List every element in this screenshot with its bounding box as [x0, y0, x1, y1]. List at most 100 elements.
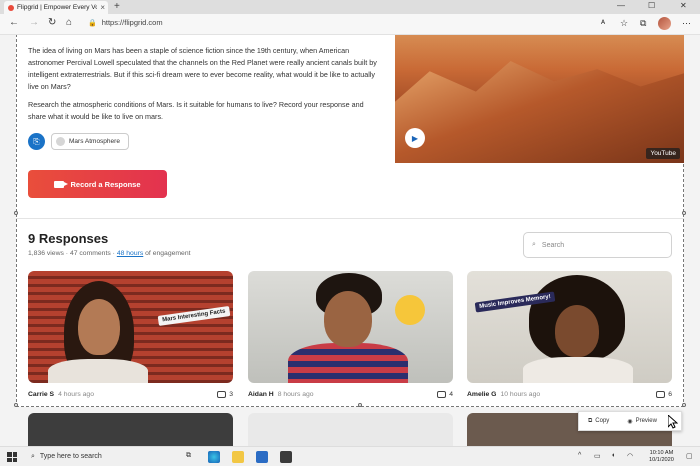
- minimize-button[interactable]: —: [617, 1, 625, 10]
- comment-count[interactable]: 4: [437, 390, 453, 398]
- screenshot-context-menu: ⧉ Copy ◉ Preview: [578, 411, 682, 431]
- eye-icon: ◉: [627, 418, 633, 425]
- clock[interactable]: 10:10 AM 10/1/2020: [649, 450, 674, 464]
- response-video-tile[interactable]: [28, 413, 233, 446]
- views-count: 1,836 views: [28, 250, 64, 257]
- resource-bar: ⎘ Mars Atmosphere: [28, 133, 129, 150]
- responder-name: Amelie G: [467, 390, 497, 398]
- clock-date: 10/1/2020: [649, 457, 674, 463]
- resize-handle[interactable]: [682, 403, 686, 407]
- comment-count[interactable]: 3: [217, 390, 233, 398]
- camera-icon: [54, 180, 69, 188]
- resize-handle[interactable]: [358, 403, 362, 407]
- comment-icon: [656, 390, 666, 398]
- back-icon[interactable]: ←: [9, 17, 19, 28]
- tile-footer: Carrie S 4 hours ago 3: [28, 387, 233, 401]
- store-icon[interactable]: [280, 451, 292, 463]
- comment-count[interactable]: 6: [656, 390, 672, 398]
- lock-icon: 🔒: [88, 19, 97, 27]
- taskbar: ⌕ Type here to search ⧉ ^ ▭ ◖ ◠ 10:10 AM…: [0, 446, 700, 466]
- url-text: https://flipgrid.com: [101, 18, 163, 27]
- tile-footer: Aidan H 8 hours ago 4: [248, 387, 453, 401]
- read-aloud-icon[interactable]: ᴬ: [601, 18, 605, 28]
- taskbar-search-input[interactable]: ⌕ Type here to search: [28, 448, 176, 465]
- mouse-cursor-icon: [668, 415, 678, 429]
- browser-toolbar: ← → ↻ ⌂ 🔒 https://flipgrid.com ᴬ ☆ ⧉ ⋯: [0, 14, 700, 35]
- record-label: Record a Response: [70, 179, 141, 189]
- tab-bar: Flipgrid | Empower Every Voice × + — ☐ ✕: [0, 0, 700, 14]
- resource-chip[interactable]: Mars Atmosphere: [51, 133, 129, 150]
- record-response-button[interactable]: Record a Response: [28, 170, 167, 198]
- resize-handle[interactable]: [14, 211, 18, 215]
- comment-icon: [437, 390, 447, 398]
- topic-video[interactable]: ▶ YouTube: [395, 35, 684, 163]
- forward-icon[interactable]: →: [29, 17, 39, 28]
- clock-time: 10:10 AM: [649, 450, 674, 456]
- notifications-icon[interactable]: ▢: [686, 452, 693, 460]
- resize-handle[interactable]: [14, 403, 18, 407]
- resource-label: Mars Atmosphere: [69, 138, 120, 145]
- copy-button[interactable]: ⧉ Copy: [579, 418, 618, 425]
- search-placeholder: Search: [541, 241, 565, 249]
- planet-icon: [56, 137, 65, 146]
- engagement-hours: 48 hours: [116, 250, 144, 257]
- page-content: The idea of living on Mars has been a st…: [0, 35, 700, 446]
- person-face: [324, 291, 372, 347]
- search-icon: ⌕: [31, 452, 35, 460]
- response-video-tile[interactable]: Music Improves Memory!: [467, 271, 672, 383]
- profile-avatar[interactable]: [658, 17, 671, 30]
- response-video-tile[interactable]: Mars Interesting Facts: [28, 271, 233, 383]
- collections-icon[interactable]: ⧉: [640, 18, 646, 29]
- responses-title: 9 Responses: [28, 231, 109, 246]
- responses-stats: 1,836 views · 47 comments · 48 hours of …: [28, 250, 191, 257]
- new-tab-button[interactable]: +: [114, 1, 120, 12]
- divider: [16, 218, 684, 219]
- mars-landscape-image: [395, 61, 684, 163]
- tab-close-icon[interactable]: ×: [100, 3, 105, 12]
- tray-chevron-icon[interactable]: ^: [578, 452, 581, 459]
- windows-start-icon[interactable]: [7, 452, 17, 462]
- volume-icon[interactable]: ◖: [611, 452, 615, 459]
- wifi-icon[interactable]: ◠: [627, 452, 633, 460]
- person-shirt: [523, 357, 633, 383]
- comments-count: 47 comments: [69, 250, 111, 257]
- copy-icon: ⧉: [588, 417, 593, 424]
- youtube-badge: YouTube: [646, 148, 680, 159]
- file-explorer-icon[interactable]: [232, 451, 244, 463]
- tab-title: Flipgrid | Empower Every Voice: [17, 4, 98, 11]
- search-icon: ⌕: [532, 241, 536, 248]
- favorites-icon[interactable]: ☆: [620, 18, 628, 29]
- refresh-icon[interactable]: ↻: [48, 17, 56, 28]
- person-shirt: [288, 343, 408, 383]
- task-view-icon[interactable]: ⧉: [186, 452, 191, 460]
- responder-name: Carrie S: [28, 390, 55, 398]
- home-icon[interactable]: ⌂: [66, 17, 72, 28]
- resource-link-icon[interactable]: ⎘: [28, 133, 45, 150]
- person-face: [555, 305, 599, 357]
- topic-prompt: The idea of living on Mars has been a st…: [28, 45, 378, 123]
- response-video-tile[interactable]: [248, 271, 453, 383]
- prompt-paragraph: Research the atmospheric conditions of M…: [28, 100, 364, 121]
- response-time: 4 hours ago: [58, 390, 94, 398]
- responder-name: Aidan H: [248, 390, 274, 398]
- response-time: 10 hours ago: [500, 390, 541, 398]
- close-window-button[interactable]: ✕: [680, 1, 687, 10]
- tile-footer: Amelie G 10 hours ago 6: [467, 387, 672, 401]
- tab-flipgrid[interactable]: Flipgrid | Empower Every Voice ×: [4, 1, 108, 14]
- sticker-label: Mars Interesting Facts: [157, 306, 231, 326]
- preview-button[interactable]: ◉ Preview: [618, 418, 666, 425]
- resize-handle[interactable]: [682, 211, 686, 215]
- prompt-paragraph: The idea of living on Mars has been a st…: [28, 46, 377, 91]
- address-bar[interactable]: 🔒 https://flipgrid.com: [88, 18, 163, 27]
- flipgrid-favicon-icon: [8, 4, 14, 11]
- responses-search-input[interactable]: ⌕ Search: [523, 232, 672, 258]
- play-icon[interactable]: ▶: [405, 128, 425, 148]
- person-shirt: [48, 359, 148, 383]
- more-options-icon[interactable]: ⋯: [682, 18, 691, 29]
- network-icon[interactable]: ▭: [594, 452, 601, 460]
- maximize-button[interactable]: ☐: [648, 1, 655, 10]
- edge-icon[interactable]: [208, 451, 220, 463]
- mail-icon[interactable]: [256, 451, 268, 463]
- response-video-tile[interactable]: [248, 413, 453, 446]
- comment-icon: [217, 390, 227, 398]
